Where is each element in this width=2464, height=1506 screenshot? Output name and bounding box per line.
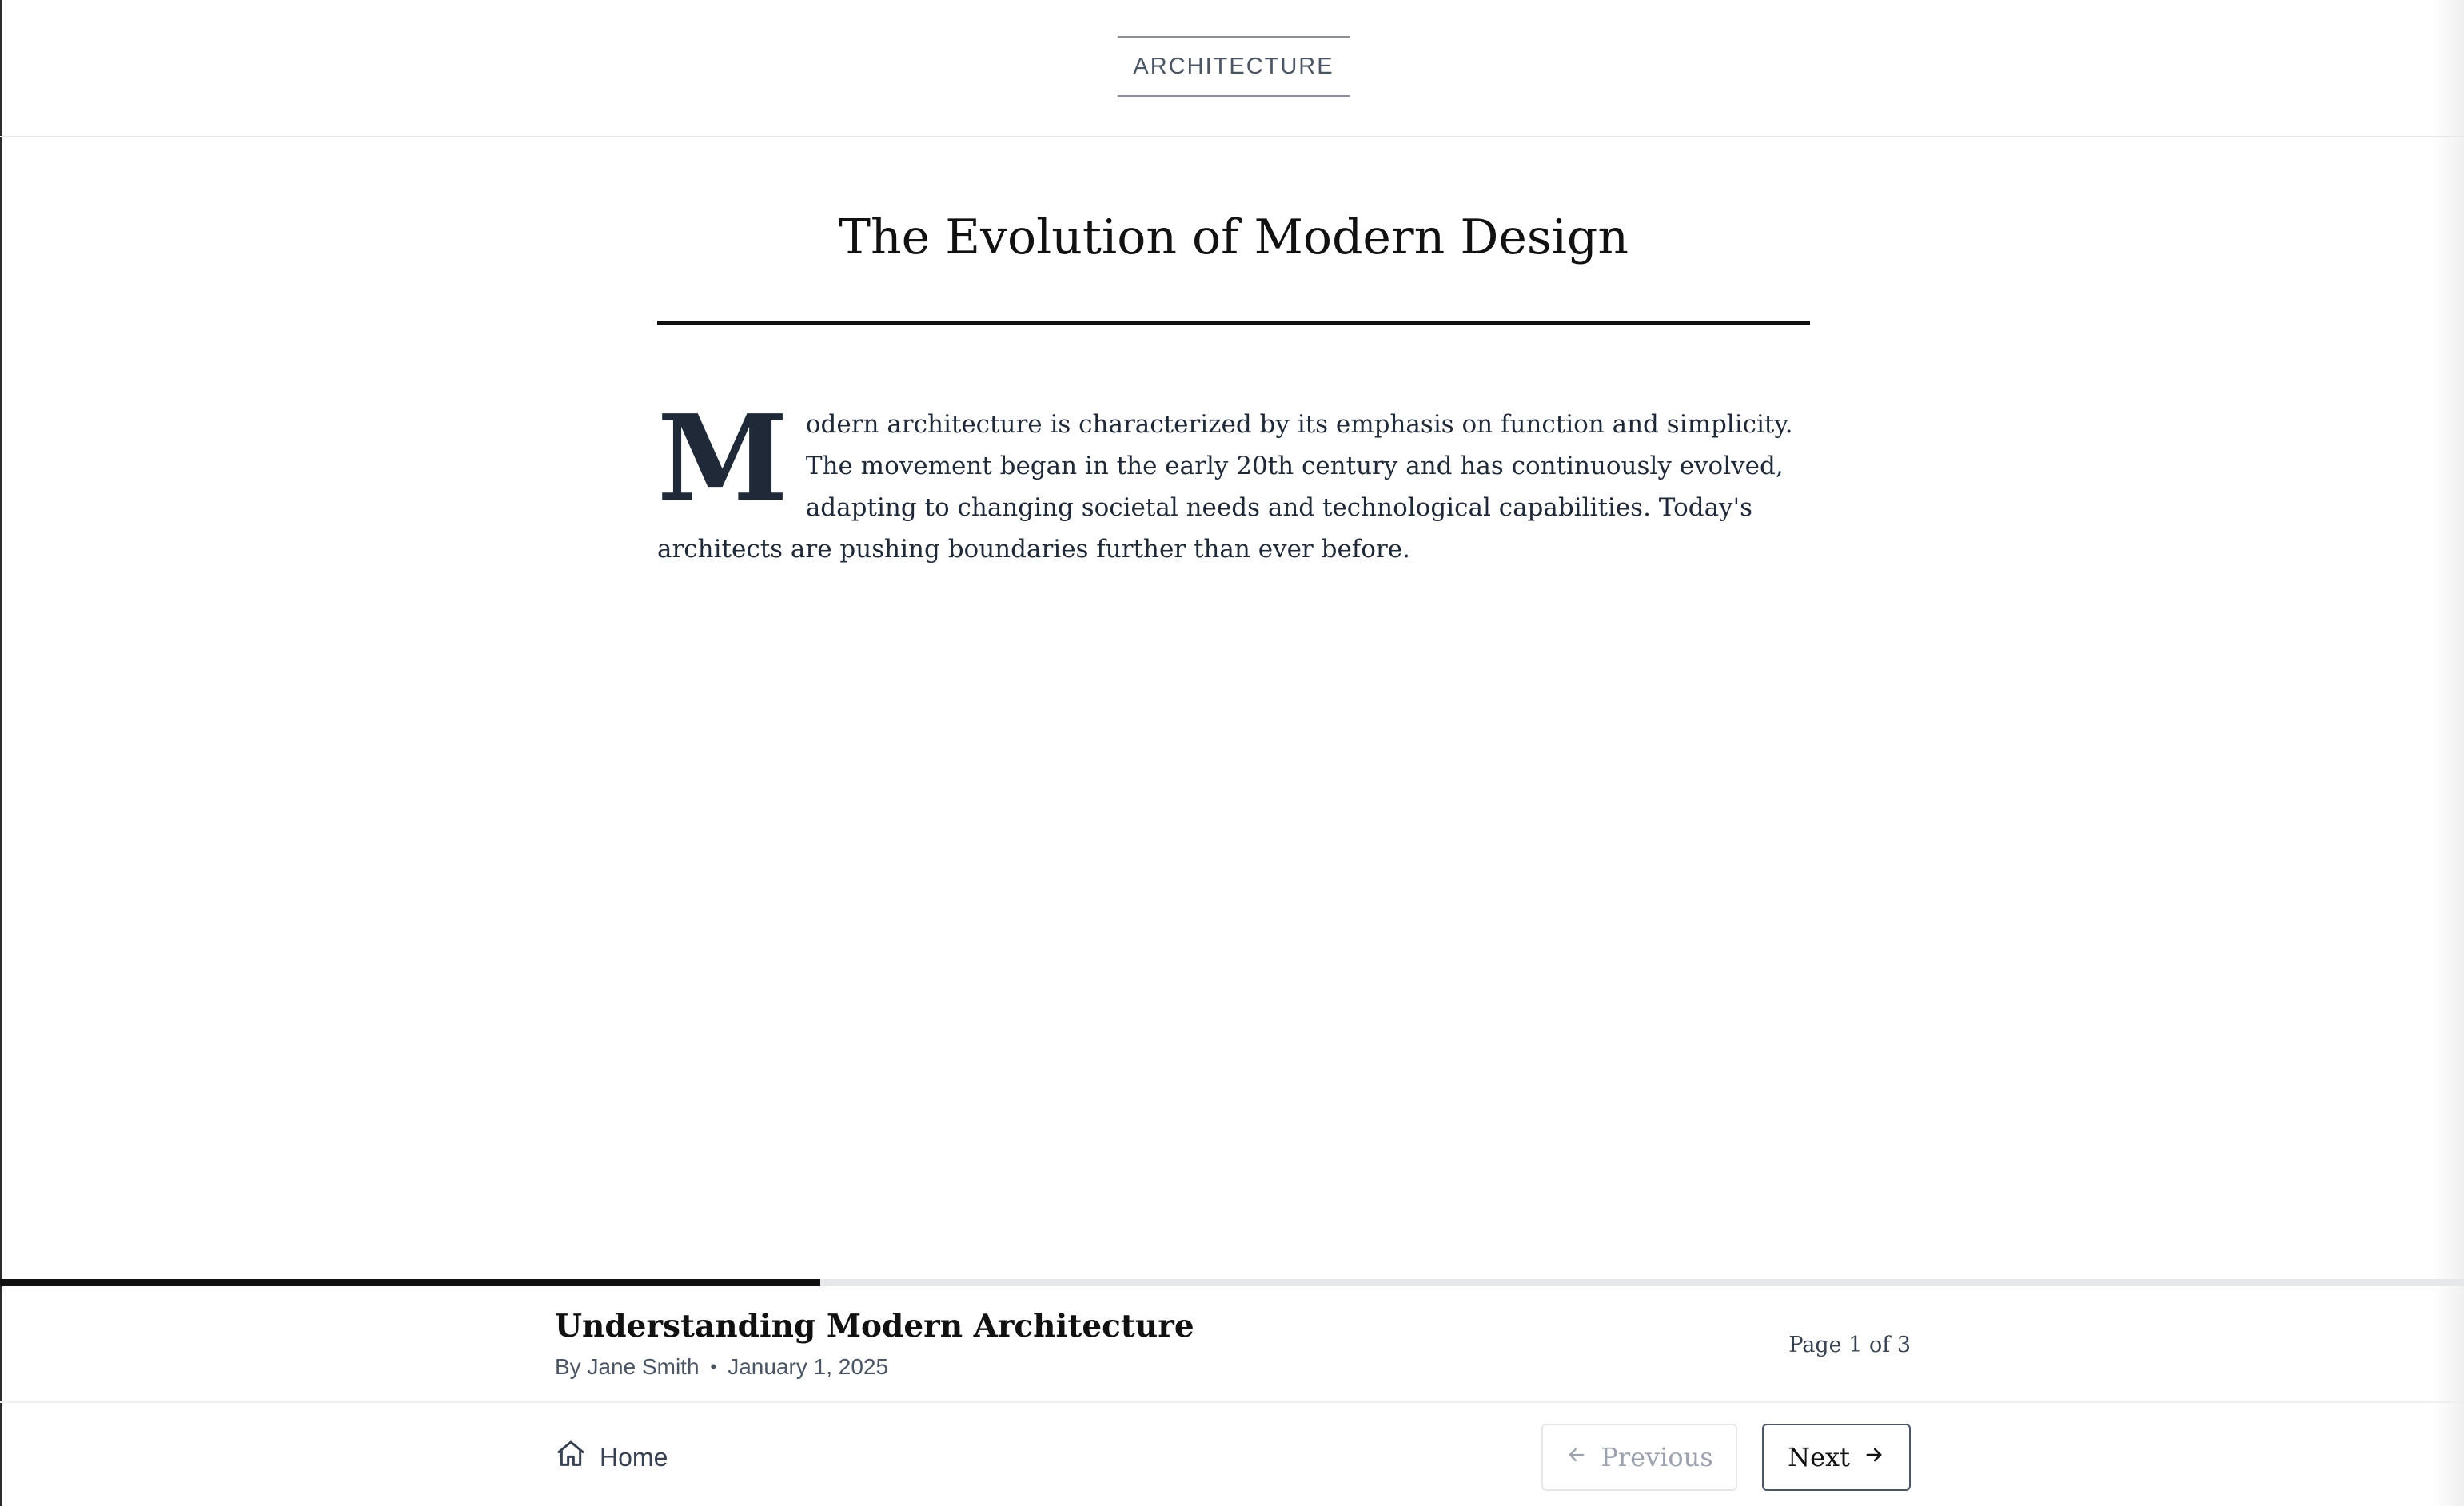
drop-cap: M (657, 388, 788, 528)
title-divider (657, 321, 1810, 325)
reading-progress-fill (0, 1279, 821, 1286)
book-meta: By Jane Smith • January 1, 2025 (555, 1354, 888, 1380)
meta-separator: • (710, 1357, 717, 1377)
author: By Jane Smith (555, 1354, 700, 1379)
article-title: The Evolution of Modern Design (839, 209, 1629, 265)
reading-progress-bar (0, 1279, 2464, 1286)
next-label: Next (1788, 1442, 1850, 1472)
top-bar: ARCHITECTURE (0, 0, 2464, 137)
home-icon (555, 1438, 587, 1476)
page-indicator: Page 1 of 3 (1788, 1333, 1911, 1357)
article-body: Modern architecture is characterized by … (657, 388, 1810, 570)
category-label: ARCHITECTURE (1118, 36, 1350, 97)
book-info-bar (0, 1286, 2464, 1403)
next-button[interactable]: Next (1762, 1424, 1911, 1491)
previous-button[interactable]: Previous (1541, 1424, 1737, 1491)
arrow-right-icon (1863, 1442, 1885, 1472)
home-label: Home (600, 1442, 668, 1472)
arrow-left-icon (1565, 1442, 1588, 1472)
book-title: Understanding Modern Architecture (555, 1308, 1194, 1345)
article-body-text: odern architecture is characterized by i… (657, 410, 1793, 564)
publish-date: January 1, 2025 (728, 1354, 889, 1379)
previous-label: Previous (1601, 1442, 1713, 1472)
home-link[interactable]: Home (555, 1435, 668, 1480)
